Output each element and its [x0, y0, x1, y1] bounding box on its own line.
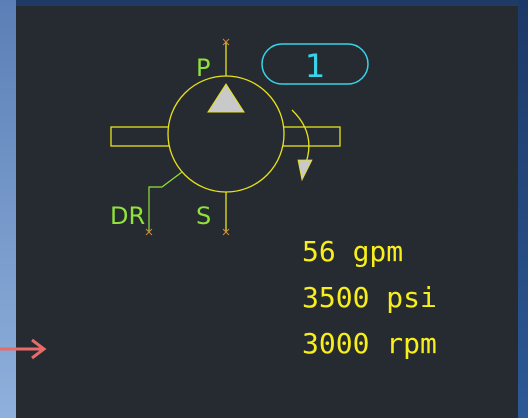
spec-pressure: 3500 psi — [302, 281, 437, 314]
hydraulic-pump-symbol[interactable]: 1 P S DR — [0, 0, 528, 418]
pointer-arrow-icon — [0, 338, 47, 360]
tag-number: 1 — [305, 47, 325, 85]
left-shaft-stub — [110, 126, 170, 147]
drain-line — [148, 171, 183, 231]
rotation-arc — [291, 109, 310, 169]
right-shaft-stub — [282, 126, 341, 147]
rotation-arrowhead — [297, 159, 313, 182]
spec-speed: 3000 rpm — [302, 327, 437, 360]
cad-viewport: 1 P S DR 56 gpm 3500 psi 3000 rpm — [0, 0, 528, 418]
suction-port-label: S — [196, 202, 211, 230]
spec-flow: 56 gpm — [302, 235, 404, 268]
drain-port-label: DR — [110, 202, 145, 230]
pressure-port-label: P — [196, 54, 210, 82]
